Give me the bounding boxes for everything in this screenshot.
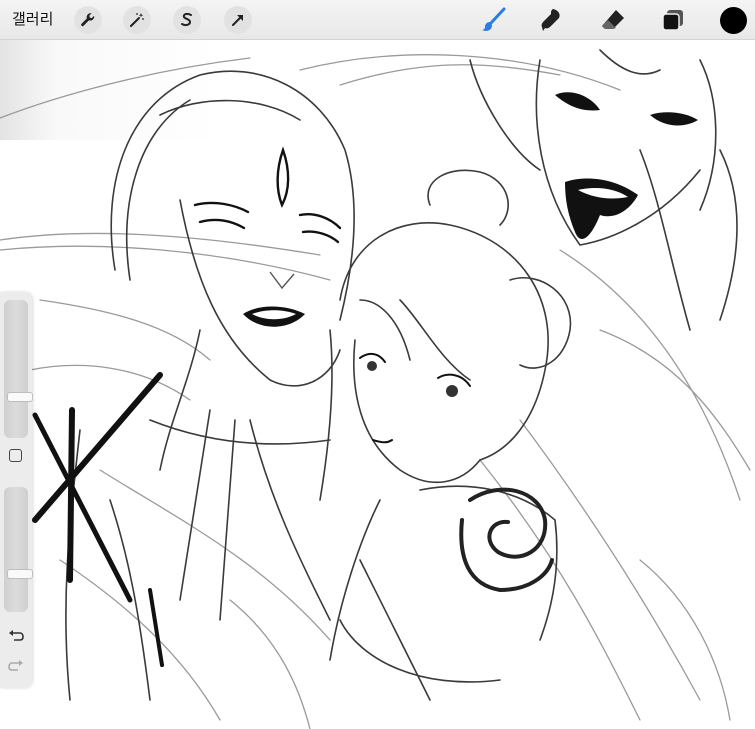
selection-s-icon [181,12,192,27]
undo-button[interactable] [6,627,26,645]
transform-arrow-icon [232,15,243,26]
drawing-canvas[interactable] [0,40,755,729]
left-sidebar [0,292,33,688]
smudge-icon [541,9,560,31]
redo-button[interactable] [6,657,26,675]
modify-button[interactable] [9,449,22,462]
undo-arrow-icon [9,630,24,641]
magic-wand-icon [130,13,144,27]
redo-arrow-icon [8,660,23,671]
selection-button[interactable] [173,6,201,34]
color-picker-button[interactable] [720,7,747,34]
opacity-slider-thumb[interactable] [7,569,33,579]
eraser-tool-button[interactable] [598,5,628,35]
opacity-slider[interactable] [4,487,33,612]
wrench-icon [81,13,95,27]
transform-button[interactable] [224,6,252,34]
adjustments-button[interactable] [123,6,151,34]
brush-tool-button[interactable] [479,5,509,35]
top-toolbar: 갤러리 [0,0,755,40]
gallery-link[interactable]: 갤러리 [12,8,53,30]
smudge-tool-button[interactable] [537,5,567,35]
actions-button[interactable] [74,6,102,34]
layers-icon [662,10,683,31]
eraser-icon [602,10,624,29]
layers-button[interactable] [658,5,688,35]
brush-icon [482,7,506,31]
brush-size-slider[interactable] [4,300,33,438]
brush-size-slider-thumb[interactable] [7,392,33,402]
sketch-artwork [0,40,751,729]
